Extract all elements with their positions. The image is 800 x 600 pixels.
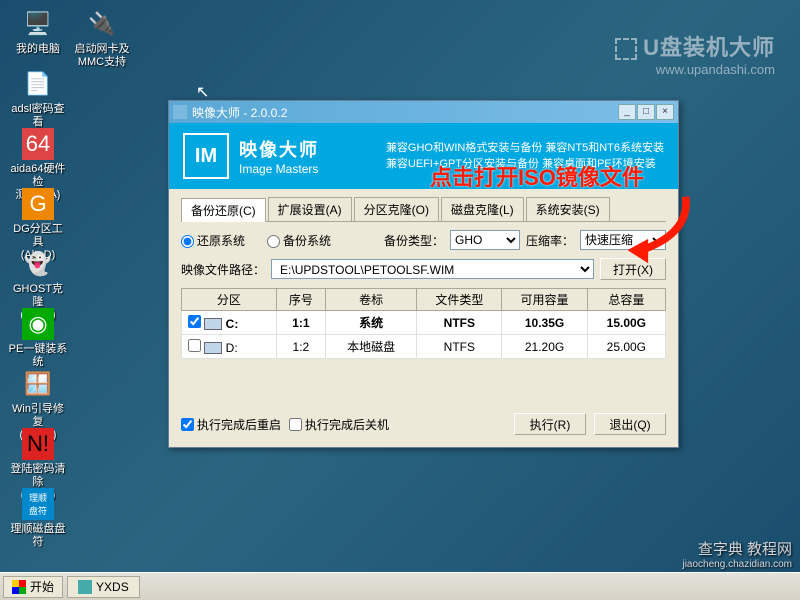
desktop-icon[interactable]: 🔌启动网卡及MMC支持 <box>72 8 132 69</box>
windows-flag-icon <box>12 580 26 594</box>
app-icon <box>173 105 187 119</box>
image-master-window: 映像大师 - 2.0.0.2 _ □ × IM 映像大师 Image Maste… <box>168 100 679 448</box>
desktop-icon[interactable]: 理顺盘符理顺磁盘盘符 <box>8 488 68 549</box>
drive-icon <box>204 318 222 330</box>
start-button[interactable]: 开始 <box>3 576 63 598</box>
titlebar[interactable]: 映像大师 - 2.0.0.2 _ □ × <box>169 101 678 123</box>
image-path-input[interactable]: E:\UPDSTOOL\PETOOLSF.WIM <box>271 259 594 279</box>
desktop-icon[interactable]: ◉PE一键装系统 <box>8 308 68 369</box>
close-button[interactable]: × <box>656 104 674 120</box>
exit-button[interactable]: 退出(Q) <box>594 413 666 435</box>
drive-icon <box>204 342 222 354</box>
tab-1[interactable]: 扩展设置(A) <box>268 197 352 221</box>
tab-2[interactable]: 分区克隆(O) <box>354 197 439 221</box>
annotation-text: 点击打开ISO镜像文件 <box>430 160 644 192</box>
cursor-icon: ↖ <box>196 82 209 102</box>
desktop: 🖥️我的电脑🔌启动网卡及MMC支持📄adsl密码查看器64aida64硬件检测(… <box>0 0 800 600</box>
site-watermark: 查字典 教程网 jiaocheng.chazidian.com <box>682 538 792 570</box>
row-checkbox[interactable] <box>188 315 201 328</box>
maximize-button[interactable]: □ <box>637 104 655 120</box>
desktop-icon[interactable]: 🖥️我的电脑 <box>8 8 68 56</box>
table-row[interactable]: C:1:1系统NTFS10.35G15.00G <box>182 311 666 335</box>
tab-3[interactable]: 磁盘克隆(L) <box>441 197 524 221</box>
minimize-button[interactable]: _ <box>618 104 636 120</box>
open-button[interactable]: 打开(X) <box>600 258 666 280</box>
tab-0[interactable]: 备份还原(C) <box>181 198 266 222</box>
shutdown-checkbox[interactable]: 执行完成后关机 <box>289 416 389 433</box>
brand-watermark: U盘装机大师 www.upandashi.com <box>615 30 775 77</box>
backup-type-select[interactable]: GHO <box>450 230 520 250</box>
radio-backup[interactable]: 备份系统 <box>267 232 331 249</box>
table-row[interactable]: D:1:2本地磁盘NTFS21.20G25.00G <box>182 335 666 359</box>
taskbar: 开始 YXDS <box>0 572 800 600</box>
partition-table: 分区序号卷标文件类型可用容量总容量 C:1:1系统NTFS10.35G15.00… <box>181 288 666 359</box>
compress-select[interactable]: 快速压缩 <box>580 230 666 250</box>
system-tray[interactable] <box>785 585 797 589</box>
run-button[interactable]: 执行(R) <box>514 413 586 435</box>
logo-box: IM <box>183 133 229 179</box>
window-title: 映像大师 - 2.0.0.2 <box>192 104 287 121</box>
path-label: 映像文件路径： <box>181 261 265 278</box>
tab-bar: 备份还原(C)扩展设置(A)分区克隆(O)磁盘克隆(L)系统安装(S) <box>181 197 666 222</box>
radio-restore[interactable]: 还原系统 <box>181 232 245 249</box>
reboot-checkbox[interactable]: 执行完成后重启 <box>181 416 281 433</box>
tab-4[interactable]: 系统安装(S) <box>526 197 610 221</box>
taskbar-item[interactable]: YXDS <box>67 576 140 598</box>
row-checkbox[interactable] <box>188 339 201 352</box>
